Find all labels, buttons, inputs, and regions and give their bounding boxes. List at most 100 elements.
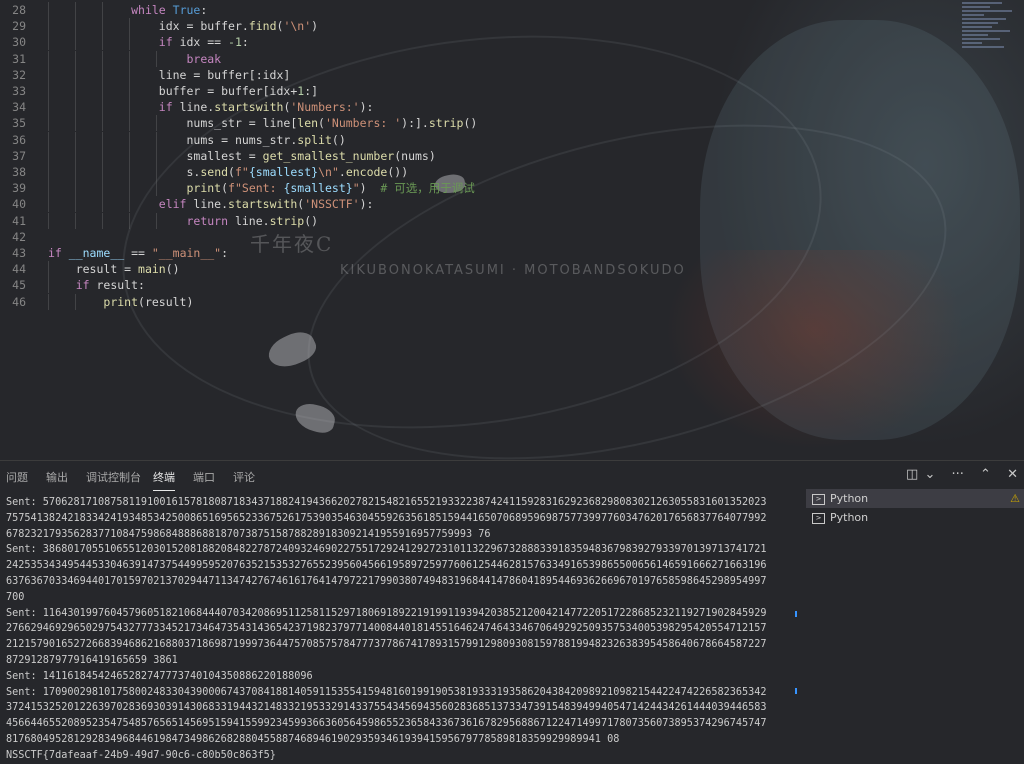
- code-line[interactable]: 44 result = main(): [0, 261, 180, 277]
- indent-guide: [48, 66, 49, 83]
- code-token: ):].: [401, 116, 429, 131]
- code-line[interactable]: 43 if __name__ == "__main__":: [0, 245, 228, 261]
- code-line[interactable]: 34 if line.startswith('Numbers:'):: [0, 99, 373, 115]
- terminal-line: Sent: 5706281710875811910016157818087183…: [6, 497, 767, 508]
- line-number: 44: [12, 262, 26, 277]
- code-line[interactable]: 32 line = buffer[:idx]: [0, 67, 290, 83]
- tab-comments[interactable]: 评论: [233, 469, 255, 485]
- code-token: result:: [96, 278, 145, 293]
- terminal-line: Sent: 1164301997604579605182106844407034…: [6, 607, 767, 619]
- code-line[interactable]: 36 nums = nums_str.split(): [0, 132, 346, 148]
- code-line[interactable]: 38 s.send(f"{smallest}\n".encode()): [0, 164, 408, 180]
- line-number: 45: [12, 278, 26, 293]
- line-number: 39: [12, 181, 26, 196]
- indent-guide: [48, 2, 49, 18]
- indent-guide: [75, 66, 76, 83]
- tab-output[interactable]: 输出: [46, 469, 68, 485]
- minimap[interactable]: [962, 0, 1024, 60]
- tab-debug-console[interactable]: 调试控制台: [86, 469, 141, 485]
- code-token: strip: [428, 116, 464, 131]
- code-line[interactable]: 40 elif line.startswith('NSSCTF'):: [0, 196, 373, 212]
- code-token: "__main__": [151, 246, 222, 260]
- indent-guide: [156, 50, 157, 67]
- terminal-line: Sent: 1709002981017580024833043900067437…: [6, 686, 767, 698]
- maximize-panel-icon[interactable]: ⌃: [980, 467, 991, 482]
- code-token: line = buffer[:idx]: [158, 67, 291, 82]
- code-token: elif: [158, 197, 194, 212]
- indent-guide: [75, 196, 76, 213]
- code-token: __name__: [68, 246, 125, 260]
- code-token: line.: [193, 197, 229, 212]
- tab-ports[interactable]: 端口: [193, 469, 215, 485]
- indent-guide: [129, 18, 130, 35]
- warning-icon: ⚠: [1010, 492, 1020, 505]
- code-token: (): [463, 116, 478, 131]
- code-token: send: [200, 165, 229, 179]
- code-editor[interactable]: 28 while True: 29 idx = buffer.find('\n')…: [0, 0, 1024, 460]
- indent-guide: [48, 277, 49, 294]
- code-line[interactable]: 35 nums_str = line[len('Numbers: '):].st…: [0, 115, 477, 131]
- code-token: if: [158, 35, 180, 50]
- indent-guide: [102, 66, 103, 83]
- terminal-session-item[interactable]: > Python: [806, 508, 1024, 527]
- indent-guide: [75, 83, 76, 99]
- code-line[interactable]: 39 print(f"Sent: {smallest}") # 可选，用于调试: [0, 180, 475, 196]
- code-line[interactable]: 46 print(result): [0, 294, 193, 310]
- code-token: encode: [345, 165, 388, 179]
- code-line[interactable]: 30 if idx == -1:: [0, 34, 249, 50]
- indent-guide: [75, 293, 76, 310]
- code-token: (: [221, 181, 229, 196]
- scroll-marker: [795, 611, 797, 617]
- terminal-line: 2766294692965029754327773345217346473543…: [6, 623, 767, 635]
- code-token: if: [158, 100, 180, 115]
- split-layout-icon[interactable]: ◫: [906, 467, 918, 482]
- indent-guide: [129, 66, 130, 83]
- code-line[interactable]: 42: [0, 229, 48, 245]
- code-line[interactable]: 45 if result:: [0, 277, 145, 293]
- indent-guide: [102, 131, 103, 148]
- code-token: 'Numbers:': [290, 100, 360, 115]
- indent-guide: [129, 50, 130, 67]
- bottom-panel: 问题 输出 调试控制台 终端 端口 评论 ◫ ⌄ ··· ⌃ ✕ Sent: 5…: [0, 460, 1024, 761]
- terminal-session-item[interactable]: > Python ⚠: [806, 489, 1024, 508]
- code-token: (): [304, 213, 319, 228]
- code-token: while: [131, 3, 173, 17]
- session-label: Python: [830, 492, 869, 505]
- line-number: 29: [12, 19, 26, 34]
- terminal-output[interactable]: Sent: 5706281710875811910016157818087183…: [6, 495, 794, 764]
- code-token: (): [165, 262, 180, 277]
- code-token: (: [318, 116, 325, 131]
- indent-guide: [75, 99, 76, 116]
- indent-guide: [75, 50, 76, 67]
- terminal-line: 6376367033469440170159702137029447113474…: [6, 575, 767, 587]
- code-token: find: [248, 19, 277, 34]
- tab-problems[interactable]: 问题: [6, 469, 28, 485]
- indent-guide: [156, 164, 157, 180]
- indent-guide: [75, 164, 76, 180]
- chevron-down-icon[interactable]: ⌄: [924, 467, 935, 482]
- code-token: ()): [387, 165, 409, 179]
- code-token: startswith: [228, 197, 298, 212]
- code-line[interactable]: 37 smallest = get_smallest_number(nums): [0, 148, 436, 164]
- indent-guide: [156, 115, 157, 132]
- more-actions-icon[interactable]: ···: [952, 467, 964, 482]
- indent-guide: [129, 180, 130, 197]
- code-token: (: [228, 165, 235, 179]
- code-token: nums = nums_str.: [186, 132, 298, 147]
- code-token: main: [138, 262, 166, 277]
- line-number: 32: [12, 67, 26, 82]
- indent-guide: [48, 196, 49, 213]
- terminal-line: Sent: 1411618454246528274777374010435088…: [6, 670, 313, 682]
- indent-guide: [129, 196, 130, 213]
- code-line[interactable]: 28 while True:: [0, 2, 207, 18]
- panel-actions: ◫ ⌄ ··· ⌃ ✕: [894, 467, 1018, 482]
- terminal-line: 87291287977916419165659 3861: [6, 654, 178, 666]
- code-line[interactable]: 31 break: [0, 51, 221, 67]
- indent-guide: [102, 147, 103, 164]
- tab-terminal[interactable]: 终端: [153, 469, 175, 491]
- close-panel-icon[interactable]: ✕: [1007, 467, 1018, 482]
